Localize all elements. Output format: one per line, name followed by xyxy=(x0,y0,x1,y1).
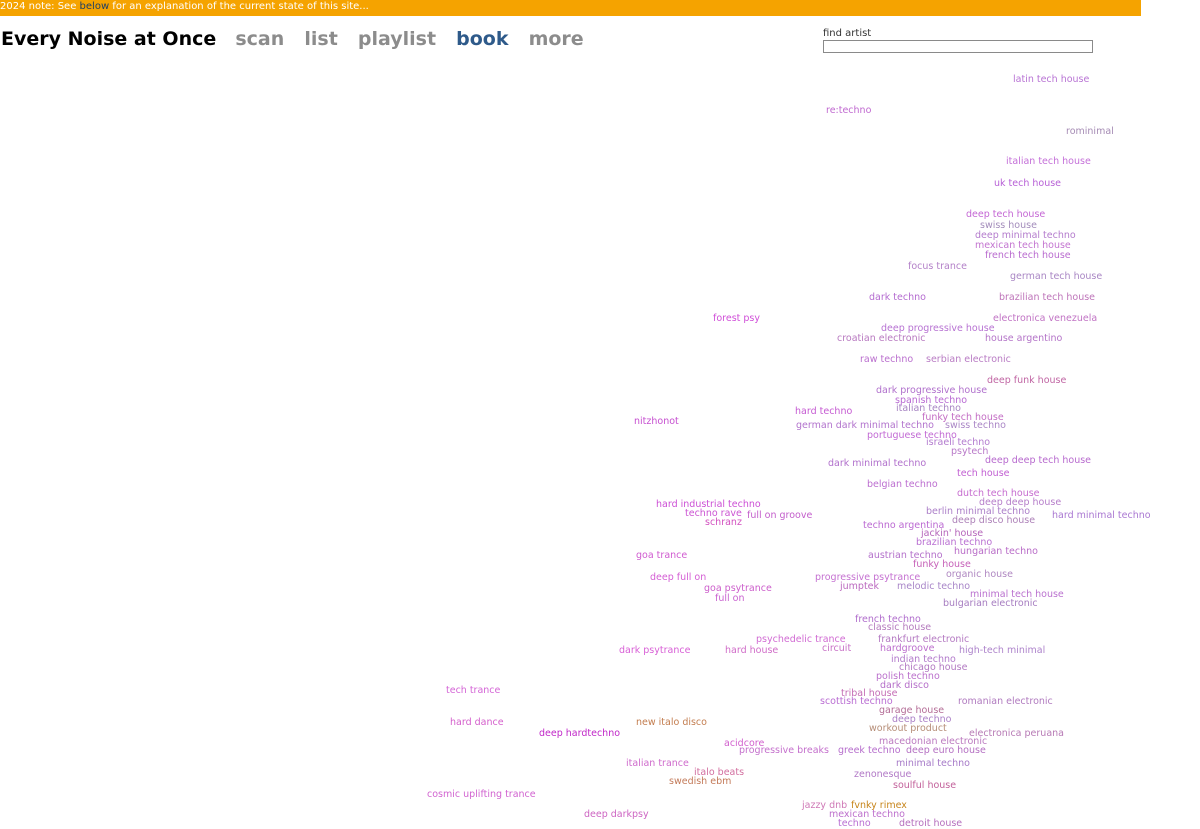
genre-serbian-electronic[interactable]: serbian electronic xyxy=(926,355,1011,365)
genre-deep-tech-house[interactable]: deep tech house xyxy=(966,210,1045,220)
genre-new-italo-disco[interactable]: new italo disco xyxy=(636,718,707,728)
genre-deep-deep-tech-house[interactable]: deep deep tech house xyxy=(985,456,1091,466)
genre-french-tech-house[interactable]: french tech house xyxy=(985,251,1071,261)
genre-hard-house[interactable]: hard house xyxy=(725,646,778,656)
site-notice-banner: 2024 note: See below for an explanation … xyxy=(0,0,1141,16)
genre-progressive-breaks[interactable]: progressive breaks xyxy=(739,746,829,756)
genre-full-on[interactable]: full on xyxy=(715,594,745,604)
nav-list[interactable]: list xyxy=(304,28,337,50)
genre-cosmic-uplifting-trance[interactable]: cosmic uplifting trance xyxy=(427,790,536,800)
genre-croatian-electronic[interactable]: croatian electronic xyxy=(837,334,925,344)
genre-jumptek[interactable]: jumptek xyxy=(840,582,879,592)
genre-dark-psytrance[interactable]: dark psytrance xyxy=(619,646,690,656)
genre-schranz[interactable]: schranz xyxy=(705,518,742,528)
genre-swedish-ebm[interactable]: swedish ebm xyxy=(669,777,731,787)
genre-full-on-groove[interactable]: full on groove xyxy=(747,511,812,521)
genre-soulful-house[interactable]: soulful house xyxy=(893,781,956,791)
nav-more[interactable]: more xyxy=(529,28,584,50)
genre-house-argentino[interactable]: house argentino xyxy=(985,334,1062,344)
genre-belgian-techno[interactable]: belgian techno xyxy=(867,480,938,490)
genre-dark-techno[interactable]: dark techno xyxy=(869,293,926,303)
genre-classic-house[interactable]: classic house xyxy=(868,623,931,633)
genre-tech-house[interactable]: tech house xyxy=(957,469,1009,479)
genre-re-techno[interactable]: re:techno xyxy=(826,106,871,116)
genre-hard-techno[interactable]: hard techno xyxy=(795,407,852,417)
genre-dark-minimal-techno[interactable]: dark minimal techno xyxy=(828,459,926,469)
nav-playlist[interactable]: playlist xyxy=(358,28,436,50)
genre-goa-trance[interactable]: goa trance xyxy=(636,551,687,561)
find-artist-input[interactable] xyxy=(823,40,1093,53)
genre-romanian-electronic[interactable]: romanian electronic xyxy=(958,697,1053,707)
genre-hard-dance[interactable]: hard dance xyxy=(450,718,504,728)
genre-deep-darkpsy[interactable]: deep darkpsy xyxy=(584,810,649,820)
notice-prefix: 2024 note: See xyxy=(0,1,80,12)
notice-suffix: for an explanation of the current state … xyxy=(109,1,369,12)
genre-tech-trance[interactable]: tech trance xyxy=(446,686,500,696)
genre-raw-techno[interactable]: raw techno xyxy=(860,355,913,365)
genre-brazilian-tech-house[interactable]: brazilian tech house xyxy=(999,293,1095,303)
genre-deep-disco-house[interactable]: deep disco house xyxy=(952,516,1035,526)
genre-uk-tech-house[interactable]: uk tech house xyxy=(994,179,1061,189)
nav-book[interactable]: book xyxy=(456,28,508,50)
genre-forest-psy[interactable]: forest psy xyxy=(713,314,760,324)
genre-zenonesque[interactable]: zenonesque xyxy=(854,770,911,780)
genre-deep-funk-house[interactable]: deep funk house xyxy=(987,376,1066,386)
genre-circuit[interactable]: circuit xyxy=(822,644,851,654)
genre-high-tech-minimal[interactable]: high-tech minimal xyxy=(959,646,1045,656)
genre-electronica-venezuela[interactable]: electronica venezuela xyxy=(993,314,1097,324)
site-title[interactable]: Every Noise at Once xyxy=(1,28,216,50)
genre-italian-trance[interactable]: italian trance xyxy=(626,759,689,769)
genre-bulgarian-electronic[interactable]: bulgarian electronic xyxy=(943,599,1038,609)
genre-focus-trance[interactable]: focus trance xyxy=(908,262,967,272)
genre-workout-product[interactable]: workout product xyxy=(869,724,947,734)
genre-minimal-techno[interactable]: minimal techno xyxy=(896,759,970,769)
genre-italian-tech-house[interactable]: italian tech house xyxy=(1006,157,1091,167)
genre-deep-hardtechno[interactable]: deep hardtechno xyxy=(539,729,620,739)
genre-greek-techno[interactable]: greek techno xyxy=(838,746,901,756)
genre-organic-house[interactable]: organic house xyxy=(946,570,1013,580)
top-navigation: Every Noise at Once scan list playlist b… xyxy=(1,28,599,50)
find-artist-box: find artist xyxy=(823,28,1093,53)
nav-scan[interactable]: scan xyxy=(235,28,284,50)
genre-german-tech-house[interactable]: german tech house xyxy=(1010,272,1102,282)
genre-deep-euro-house[interactable]: deep euro house xyxy=(906,746,986,756)
genre-rominimal[interactable]: rominimal xyxy=(1066,127,1114,137)
genre-deep-full-on[interactable]: deep full on xyxy=(650,573,706,583)
genre-hardgroove[interactable]: hardgroove xyxy=(880,644,934,654)
genre-psytech[interactable]: psytech xyxy=(951,447,988,457)
genre-melodic-techno[interactable]: melodic techno xyxy=(897,582,970,592)
notice-link-below[interactable]: below xyxy=(80,1,110,12)
genre-nitzhonot[interactable]: nitzhonot xyxy=(634,417,679,427)
genre-hard-minimal-techno[interactable]: hard minimal techno xyxy=(1052,511,1151,521)
genre-latin-tech-house[interactable]: latin tech house xyxy=(1013,75,1089,85)
find-artist-label: find artist xyxy=(823,28,872,39)
genre-hungarian-techno[interactable]: hungarian techno xyxy=(954,547,1038,557)
